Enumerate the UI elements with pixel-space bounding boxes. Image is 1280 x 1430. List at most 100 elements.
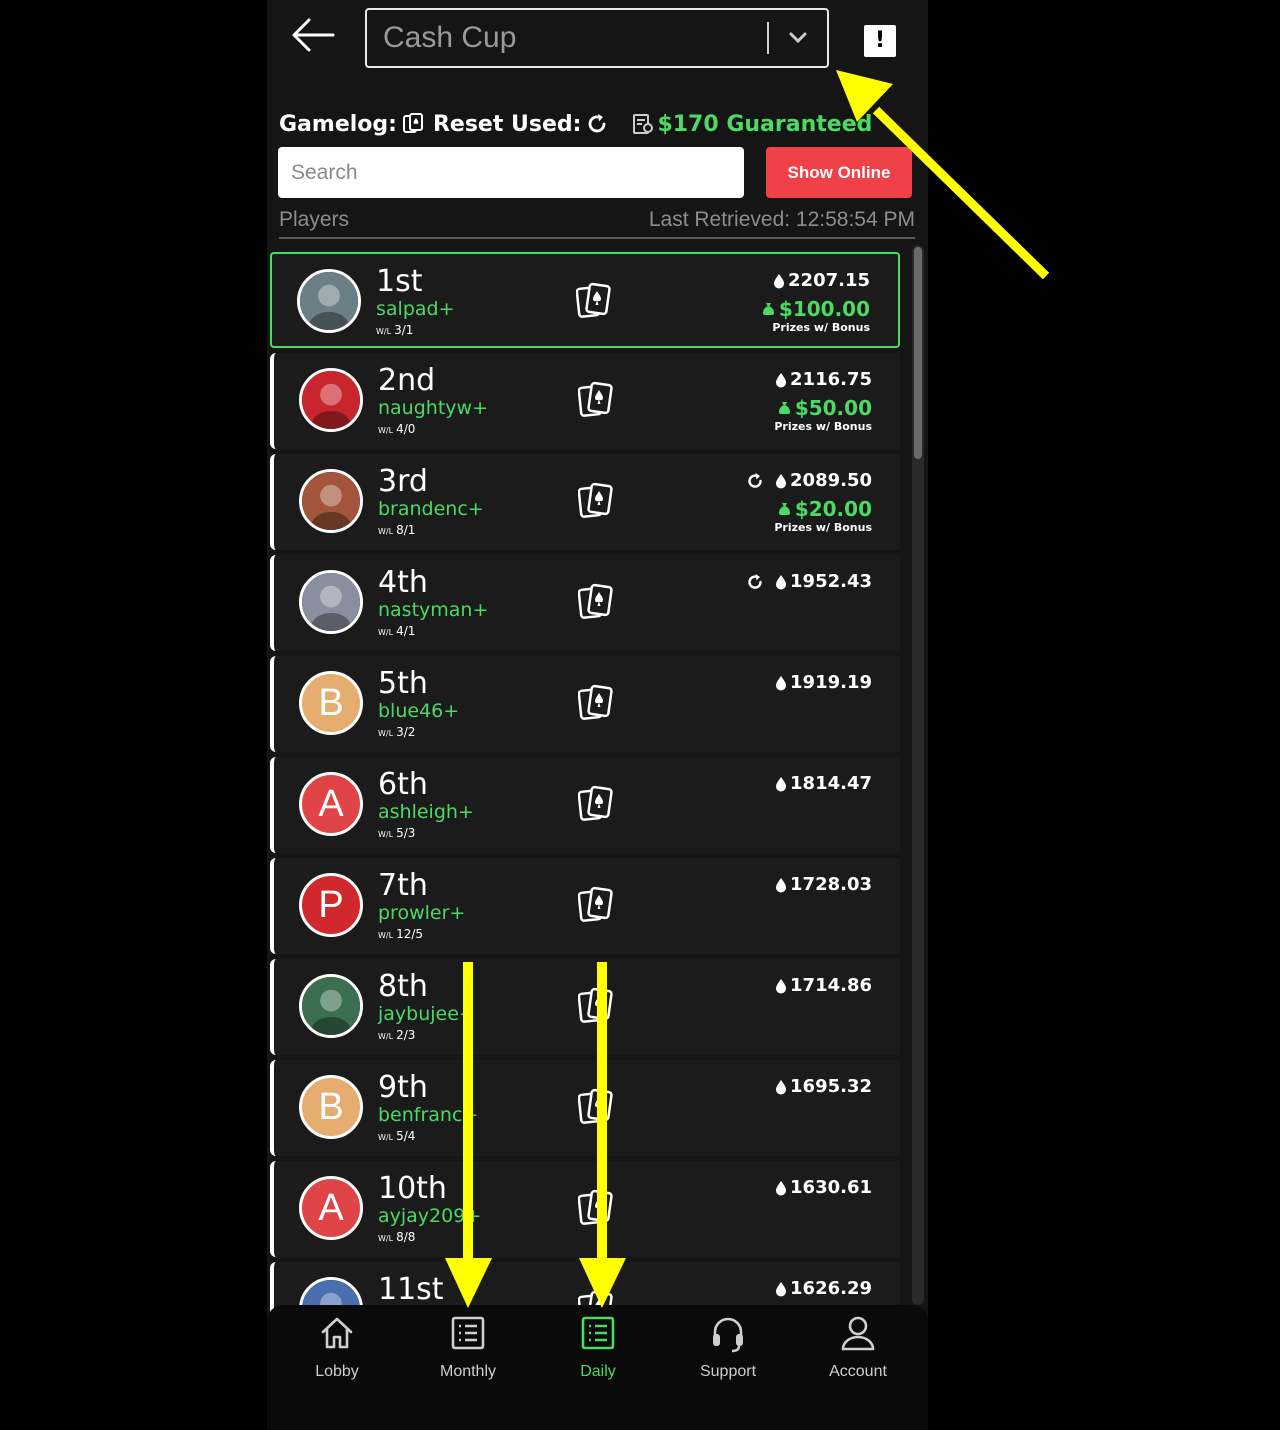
player-username[interactable]: ashleigh+	[378, 801, 474, 823]
player-points-value: 1630.61	[790, 1177, 872, 1198]
reset-used-label: Reset Used:	[432, 111, 582, 137]
avatar[interactable]: A	[299, 772, 363, 836]
player-prize-value: $50.00	[794, 396, 872, 420]
prize-note: Prizes w/ Bonus	[774, 420, 872, 433]
reset-icon	[589, 114, 606, 133]
reset-icon	[748, 573, 762, 589]
player-prize: $100.00	[762, 297, 870, 321]
player-rank: 6th	[378, 767, 428, 802]
player-points: 1919.19	[774, 672, 872, 693]
player-row[interactable]: 3rd brandenc+ W/L 8/1 2089.50 $20.00 Prizes w/…	[270, 454, 900, 550]
player-row[interactable]: P 7th prowler+ W/L 12/5 1728.03	[270, 858, 900, 954]
player-username[interactable]: prowler+	[378, 902, 465, 924]
reset-icon	[748, 472, 762, 488]
player-username[interactable]: benfranc+	[378, 1104, 478, 1126]
player-username[interactable]: jaybujee+	[378, 1003, 475, 1025]
player-points: 2089.50	[746, 470, 872, 491]
player-row[interactable]: A 10th ayjay209+ W/L 8/8 1630.61	[270, 1161, 900, 1257]
player-points-value: 1626.29	[790, 1278, 872, 1299]
player-row[interactable]: 1st salpad+ W/L 3/1 2207.15 $100.00 Prizes w/ …	[270, 252, 900, 348]
player-row[interactable]: 4th nastyman+ W/L 4/1 1952.43	[270, 555, 900, 651]
player-prize: $20.00	[778, 497, 872, 521]
player-prize-value: $100.00	[778, 297, 870, 321]
player-points-value: 1728.03	[790, 874, 872, 895]
player-win-loss: W/L 5/3	[378, 826, 416, 840]
player-points-value: 1952.43	[790, 571, 872, 592]
gamelog-cards-icon[interactable]	[577, 583, 614, 621]
player-rank: 2nd	[378, 363, 436, 398]
player-row[interactable]: B 5th blue46+ W/L 3/2 1919.19	[270, 656, 900, 752]
player-points-value: 1695.32	[790, 1076, 872, 1097]
avatar[interactable]: A	[299, 1176, 363, 1240]
gamelog-cards-icon[interactable]	[577, 684, 614, 722]
player-username[interactable]: nastyman+	[378, 599, 488, 621]
player-row[interactable]: A 6th ashleigh+ W/L 5/3 1814.47	[270, 757, 900, 853]
player-username[interactable]: brandenc+	[378, 498, 484, 520]
nav-support[interactable]: Support	[663, 1305, 793, 1405]
avatar[interactable]	[299, 469, 363, 533]
player-win-loss: W/L 8/8	[378, 1230, 416, 1244]
player-username[interactable]: naughtyw+	[378, 397, 488, 419]
scrollbar[interactable]	[912, 245, 924, 1305]
player-points: 1952.43	[746, 571, 872, 592]
player-points: 1814.47	[774, 773, 872, 794]
nav-lobby[interactable]: Lobby	[272, 1305, 402, 1405]
gamelog-label: Gamelog:	[279, 111, 397, 137]
nav-account[interactable]: Account	[793, 1305, 923, 1405]
info-row: Gamelog: Reset Used: $170 Guaranteed	[279, 106, 919, 142]
prize-note: Prizes w/ Bonus	[774, 521, 872, 534]
player-points-value: 2116.75	[790, 369, 872, 390]
player-win-loss: W/L 5/4	[378, 1129, 416, 1143]
nav-monthly[interactable]: Monthly	[403, 1305, 533, 1405]
player-points: 1728.03	[774, 874, 872, 895]
player-win-loss: W/L 3/1	[376, 323, 414, 337]
alert-icon[interactable]: !	[864, 25, 896, 57]
player-rank: 9th	[378, 1070, 428, 1105]
player-rank: 10th	[378, 1171, 447, 1206]
player-points: 1630.61	[774, 1177, 872, 1198]
player-win-loss: W/L 2/3	[378, 1028, 416, 1042]
player-points-value: 1814.47	[790, 773, 872, 794]
avatar[interactable]	[299, 570, 363, 634]
gamelog-cards-icon[interactable]	[577, 1189, 614, 1227]
gamelog-cards-icon[interactable]	[401, 112, 425, 136]
home-icon	[321, 1317, 353, 1349]
player-username[interactable]: salpad+	[376, 298, 455, 320]
nav-daily[interactable]: Daily	[533, 1305, 663, 1405]
headset-icon	[713, 1317, 743, 1353]
search-input[interactable]	[278, 147, 744, 198]
avatar[interactable]: B	[299, 671, 363, 735]
app-screen: Cash Cup ! Gamelog: Reset Used: $170 Gua…	[267, 0, 928, 1430]
gamelog-cards-icon[interactable]	[575, 282, 612, 320]
avatar[interactable]: B	[299, 1075, 363, 1139]
tournament-select[interactable]: Cash Cup	[365, 8, 829, 68]
gamelog-cards-icon[interactable]	[577, 785, 614, 823]
avatar[interactable]	[299, 368, 363, 432]
avatar[interactable]: P	[299, 873, 363, 937]
player-win-loss: W/L 12/5	[378, 927, 424, 941]
list-icon	[581, 1316, 615, 1350]
gamelog-cards-icon[interactable]	[577, 886, 614, 924]
player-rank: 3rd	[378, 464, 428, 499]
guaranteed-prize: $170 Guaranteed	[657, 111, 873, 137]
player-points: 1695.32	[774, 1076, 872, 1097]
avatar[interactable]	[297, 269, 361, 333]
player-row[interactable]: B 9th benfranc+ W/L 5/4 1695.32	[270, 1060, 900, 1156]
gamelog-cards-icon[interactable]	[577, 987, 614, 1025]
player-row[interactable]: 8th jaybujee+ W/L 2/3 1714.86	[270, 959, 900, 1055]
back-arrow-icon[interactable]	[289, 15, 337, 55]
player-points-value: 1714.86	[790, 975, 872, 996]
gamelog-cards-icon[interactable]	[577, 1088, 614, 1126]
avatar[interactable]	[299, 974, 363, 1038]
show-online-button[interactable]: Show Online	[766, 147, 912, 198]
scrollbar-thumb[interactable]	[914, 247, 922, 459]
player-username[interactable]: blue46+	[378, 700, 459, 722]
player-win-loss: W/L 4/1	[378, 624, 416, 638]
player-points-value: 2207.15	[788, 270, 870, 291]
player-points: 1626.29	[774, 1278, 872, 1299]
gamelog-cards-icon[interactable]	[577, 482, 614, 520]
player-username[interactable]: ayjay209+	[378, 1205, 481, 1227]
gamelog-cards-icon[interactable]	[577, 381, 614, 419]
player-prize-value: $20.00	[794, 497, 872, 521]
player-row[interactable]: 2nd naughtyw+ W/L 4/0 2116.75 $50.00 Prizes w/…	[270, 353, 900, 449]
